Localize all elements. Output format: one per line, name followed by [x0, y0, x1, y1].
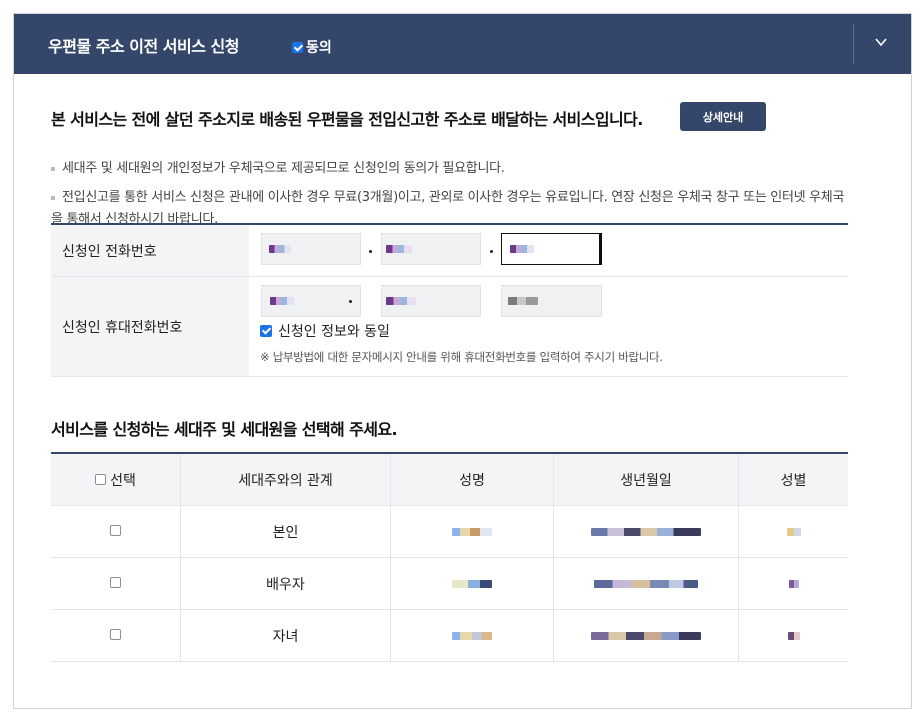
col-relation: 세대주와의 관계 — [180, 453, 391, 506]
panel-title: 우편물 주소 이전 서비스 신청 — [48, 37, 239, 56]
bullet-icon — [51, 166, 55, 171]
row-select-cell — [51, 505, 181, 558]
separator-dot — [369, 250, 372, 253]
separator-dot — [490, 250, 493, 253]
same-as-applicant-checkbox[interactable] — [260, 325, 272, 337]
masked-value — [508, 297, 538, 305]
chevron-down-icon[interactable] — [874, 35, 888, 49]
header-divider — [853, 24, 854, 64]
mobile-row: 신청인 휴대전화번호 신청인 정보와 동일 ※ 납부방법에 대한 문자메시지 안… — [51, 277, 848, 377]
mobile-prefix-select[interactable] — [261, 285, 361, 317]
phone-middle-input[interactable] — [381, 233, 481, 265]
masked-value — [510, 245, 534, 253]
mobile-label: 신청인 휴대전화번호 — [51, 277, 249, 376]
relation-cell: 자녀 — [180, 609, 391, 662]
agree-checkbox[interactable] — [292, 41, 303, 53]
mobile-middle-input[interactable] — [381, 285, 481, 317]
phone-row: 신청인 전화번호 — [51, 225, 848, 277]
bullet-icon — [51, 195, 55, 200]
masked-name — [390, 609, 554, 662]
same-as-applicant-group[interactable]: 신청인 정보와 동일 — [260, 321, 390, 341]
agree-label: 동의 — [306, 40, 332, 56]
row-checkbox[interactable] — [110, 576, 121, 588]
phone-area-input[interactable] — [261, 233, 361, 265]
select-all-checkbox[interactable] — [95, 474, 107, 485]
row-select-cell — [51, 609, 181, 662]
phone-label: 신청인 전화번호 — [51, 225, 249, 276]
masked-birth — [553, 557, 739, 610]
relation-cell: 배우자 — [180, 557, 391, 610]
relation-cell: 본인 — [180, 505, 391, 558]
masked-name — [390, 505, 554, 558]
masked-value — [386, 245, 412, 253]
household-title: 서비스를 신청하는 세대주 및 세대원을 선택해 주세요. — [51, 420, 398, 439]
phone-fields — [249, 225, 848, 276]
applicant-form: 신청인 전화번호 신청인 휴대전화번호 신청인 정보와 동일 ※ 납부방법에 대… — [51, 223, 848, 377]
phone-last-input[interactable] — [501, 233, 602, 265]
select-arrow-icon — [349, 300, 352, 303]
col-name: 성명 — [390, 453, 554, 506]
masked-value — [269, 245, 291, 253]
detail-info-button[interactable]: 상세안내 — [680, 102, 766, 131]
table-row: 배우자 — [51, 557, 848, 610]
mobile-hint: ※ 납부방법에 대한 문자메시지 안내를 위해 휴대전화번호를 입력하여 주시기… — [260, 350, 663, 364]
table-row: 자녀 — [51, 609, 848, 662]
row-checkbox[interactable] — [110, 524, 121, 536]
masked-gender — [738, 505, 848, 558]
col-select: 선택 — [51, 453, 181, 506]
household-table: 선택 세대주와의 관계 성명 생년월일 성별 본인 배우자 자녀 — [51, 452, 848, 662]
panel-header: 우편물 주소 이전 서비스 신청 동의 — [14, 14, 911, 74]
col-gender: 성별 — [738, 453, 848, 506]
table-row: 본인 — [51, 505, 848, 558]
mobile-fields: 신청인 정보와 동일 ※ 납부방법에 대한 문자메시지 안내를 위해 휴대전화번… — [249, 277, 848, 376]
masked-value — [386, 297, 416, 305]
col-birth: 생년월일 — [553, 453, 739, 506]
same-as-applicant-label: 신청인 정보와 동일 — [278, 324, 390, 340]
masked-name — [390, 557, 554, 610]
agree-checkbox-group[interactable]: 동의 — [292, 37, 332, 57]
masked-birth — [553, 609, 739, 662]
mobile-last-input[interactable] — [501, 285, 602, 317]
row-checkbox[interactable] — [110, 628, 121, 640]
masked-value — [270, 297, 294, 305]
note-consent: 세대주 및 세대원의 개인정보가 우체국으로 제공되므로 신청인의 동의가 필요… — [51, 158, 851, 180]
masked-birth — [553, 505, 739, 558]
service-intro: 본 서비스는 전에 살던 주소지로 배송된 우편물을 전입신고한 주소로 배달하… — [51, 110, 643, 129]
household-header-row: 선택 세대주와의 관계 성명 생년월일 성별 — [51, 453, 848, 506]
masked-gender — [738, 557, 848, 610]
row-select-cell — [51, 557, 181, 610]
masked-gender — [738, 609, 848, 662]
